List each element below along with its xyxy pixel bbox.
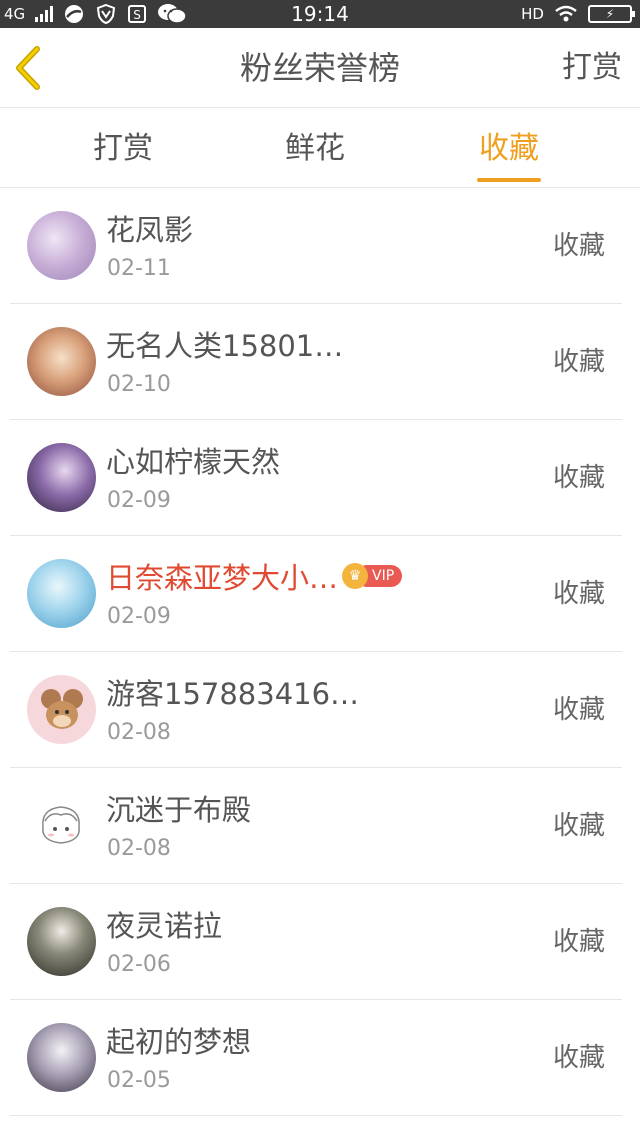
charging-icon: ⚡ (605, 7, 615, 21)
item-date: 02-09 (107, 604, 171, 629)
avatar (27, 675, 96, 744)
name-line: 游客157883416… (106, 672, 359, 712)
user-name: 夜灵诺拉 (106, 909, 223, 943)
status-right: HD ⚡ (521, 0, 635, 28)
nav-bar: 粉丝荣誉榜 打赏 (0, 28, 640, 108)
avatar (27, 791, 96, 860)
list-item[interactable]: 日奈森亚梦大小… ♛ VIP 02-09 收藏 (0, 536, 640, 652)
avatar (27, 327, 96, 396)
tab-reward[interactable]: 打赏 (63, 108, 183, 188)
avatar (27, 907, 96, 976)
name-line: 夜灵诺拉 (106, 904, 222, 944)
favorite-label: 收藏 (552, 579, 605, 609)
back-button[interactable] (8, 42, 48, 94)
chevron-left-icon (16, 46, 40, 90)
list-item[interactable]: 起初的梦想 02-05 收藏 (0, 1000, 640, 1116)
user-name: 起初的梦想 (106, 1025, 252, 1059)
crown-icon: ♛ (342, 563, 369, 589)
item-date: 02-05 (107, 1068, 171, 1093)
list-item[interactable]: 沉迷于布殿 02-08 收藏 (0, 768, 640, 884)
avatar (27, 211, 96, 280)
wifi-icon (555, 5, 577, 22)
avatar (27, 559, 96, 628)
item-date: 02-11 (107, 256, 171, 281)
list-item[interactable]: 游客157883416… 02-08 收藏 (0, 652, 640, 768)
user-name: 花凤影 (106, 213, 194, 247)
list-item[interactable]: 花凤影 02-11 收藏 (0, 188, 640, 304)
item-date: 02-10 (107, 372, 171, 397)
battery-icon: ⚡ (588, 5, 635, 23)
user-name: 心如柠檬天然 (106, 445, 281, 479)
list-item[interactable]: 夜灵诺拉 02-06 收藏 (0, 884, 640, 1000)
name-line: 无名人类15801… (106, 324, 343, 364)
list-item[interactable]: 心如柠檬天然 02-09 收藏 (0, 420, 640, 536)
favorite-label: 收藏 (552, 231, 605, 261)
name-line: 沉迷于布殿 (106, 788, 251, 828)
cartoon-mouse-icon (41, 689, 83, 729)
status-bar: 4G S 19:14 HD ⚡ (0, 0, 640, 28)
favorite-label: 收藏 (552, 811, 605, 841)
avatar (27, 443, 96, 512)
list-item[interactable]: 无名人类15801… 02-10 收藏 (0, 304, 640, 420)
tab-bar: 打赏 鲜花 收藏 (0, 108, 640, 188)
user-name: 游客157883416… (106, 677, 360, 711)
active-tab-indicator (477, 178, 541, 182)
name-line: 心如柠檬天然 (106, 440, 280, 480)
item-date: 02-08 (107, 720, 171, 745)
user-name: 沉迷于布殿 (106, 793, 252, 827)
hd-indicator: HD (521, 5, 544, 23)
reward-button[interactable]: 打赏 (562, 28, 622, 108)
avatar (27, 1023, 96, 1092)
item-date: 02-08 (107, 836, 171, 861)
item-date: 02-06 (107, 952, 171, 977)
page-title: 粉丝荣誉榜 (239, 49, 400, 87)
user-name: 无名人类15801… (106, 329, 344, 363)
favorite-label: 收藏 (552, 1043, 605, 1073)
item-date: 02-09 (107, 488, 171, 513)
name-line: 日奈森亚梦大小… ♛ VIP (106, 556, 403, 596)
cartoon-face-icon (42, 806, 80, 844)
list-item-partial (0, 1116, 640, 1140)
user-name: 日奈森亚梦大小… (106, 561, 339, 595)
tab-flowers[interactable]: 鲜花 (255, 108, 375, 188)
name-line: 起初的梦想 (106, 1020, 251, 1060)
tab-favorites[interactable]: 收藏 (449, 108, 569, 188)
favorite-label: 收藏 (552, 927, 605, 957)
name-line: 花凤影 (106, 208, 193, 248)
favorite-label: 收藏 (552, 347, 605, 377)
favorite-label: 收藏 (552, 695, 605, 725)
favorite-label: 收藏 (552, 463, 605, 493)
fan-list: 花凤影 02-11 收藏 无名人类15801… 02-10 收藏 心如柠檬天然 … (0, 188, 640, 1140)
